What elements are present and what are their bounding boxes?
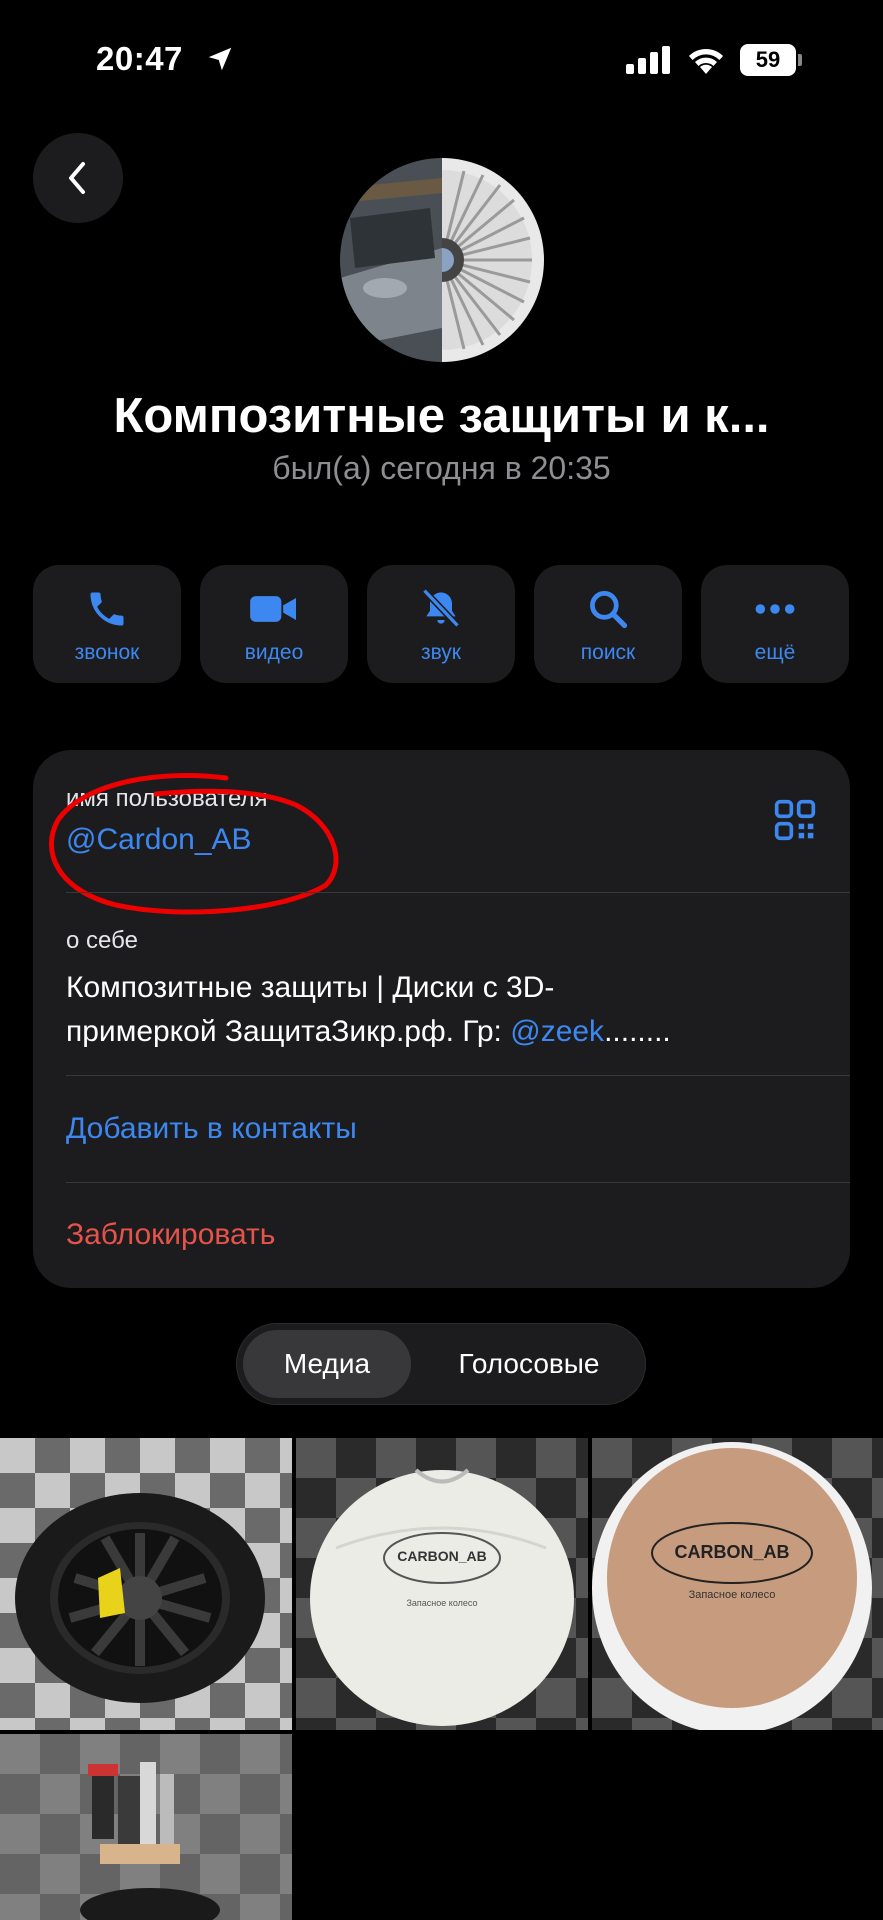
call-button[interactable]: звонок: [33, 565, 181, 683]
location-arrow-icon: [208, 47, 232, 71]
username-link[interactable]: @Cardon_AB: [66, 823, 252, 857]
media-thumbnail[interactable]: [0, 1438, 292, 1730]
search-label: поиск: [580, 641, 636, 664]
battery-indicator: 59: [740, 44, 802, 76]
tab-media[interactable]: Медиа: [243, 1330, 411, 1398]
media-brand: CARBON_AB: [397, 1548, 486, 1564]
wheel-cover-photo: CARBON_AB Запасное колесо: [592, 1442, 872, 1730]
tools-photo: [0, 1734, 292, 1920]
username-label: имя пользователя: [66, 785, 268, 812]
media-brand: CARBON_AB: [674, 1542, 789, 1562]
about-line-2: примеркой ЗащитаЗикр.рф. Гр: @zeek......…: [66, 1010, 826, 1054]
add-contact-button[interactable]: Добавить в контакты: [66, 1112, 357, 1146]
media-thumbnail[interactable]: CARBON_AB Запасное колесо: [296, 1438, 588, 1730]
search-icon: [590, 591, 628, 629]
media-grid: CARBON_AB Запасное колесо CARBON_AB Запа…: [0, 1438, 883, 1920]
about-text: Композитные защиты | Диски с 3D- примерк…: [66, 966, 826, 1054]
back-button[interactable]: [33, 133, 123, 223]
about-label: о себе: [66, 927, 138, 954]
action-buttons: звонок видео звук поиск ещё: [33, 565, 850, 683]
sound-button[interactable]: звук: [367, 565, 515, 683]
sound-label: звук: [420, 641, 461, 664]
media-caption: Запасное колесо: [689, 1589, 776, 1601]
about-ellipsis[interactable]: ........: [604, 1015, 671, 1048]
wifi-icon: [689, 48, 723, 74]
qr-code-icon[interactable]: [773, 798, 817, 842]
media-thumbnail[interactable]: [0, 1734, 292, 1920]
wheel-cover-photo: CARBON_AB Запасное колесо: [310, 1468, 574, 1726]
wheel-photo: [15, 1493, 265, 1703]
video-label: видео: [244, 641, 304, 664]
divider: [66, 1075, 850, 1076]
about-mention-link[interactable]: @zeek: [510, 1015, 604, 1048]
last-seen-status: был(а) сегодня в 20:35: [272, 450, 611, 486]
more-label: ещё: [754, 641, 796, 664]
block-button[interactable]: Заблокировать: [66, 1218, 275, 1252]
media-thumbnail[interactable]: CARBON_AB Запасное колесо: [592, 1438, 883, 1730]
media-tabs: Медиа Голосовые: [236, 1323, 646, 1405]
bell-muted-icon: [422, 588, 460, 628]
phone-icon: [90, 592, 124, 626]
battery-level: 59: [740, 44, 796, 76]
profile-screen: 20:47 59 Композитные защиты и к... был(а…: [0, 0, 883, 1920]
call-label: звонок: [74, 641, 140, 664]
avatar[interactable]: [340, 158, 544, 362]
more-dots-icon: [755, 604, 795, 614]
avatar-image: [340, 158, 544, 362]
video-button[interactable]: видео: [200, 565, 348, 683]
status-time: 20:47: [96, 40, 183, 77]
status-bar: 20:47 59: [0, 0, 883, 120]
about-line-2-text: примеркой ЗащитаЗикр.рф. Гр:: [66, 1015, 511, 1048]
cellular-signal-icon: [626, 46, 670, 74]
more-button[interactable]: ещё: [701, 565, 849, 683]
profile-name: Композитные защиты и к...: [113, 389, 770, 443]
media-caption: Запасное колесо: [406, 1598, 477, 1608]
video-camera-icon: [250, 596, 296, 622]
chevron-left-icon: [69, 162, 85, 194]
about-line-1: Композитные защиты | Диски с 3D-: [66, 971, 555, 1004]
search-button[interactable]: поиск: [534, 565, 682, 683]
divider: [66, 892, 850, 893]
tab-voice[interactable]: Голосовые: [423, 1330, 635, 1398]
divider: [66, 1182, 850, 1183]
